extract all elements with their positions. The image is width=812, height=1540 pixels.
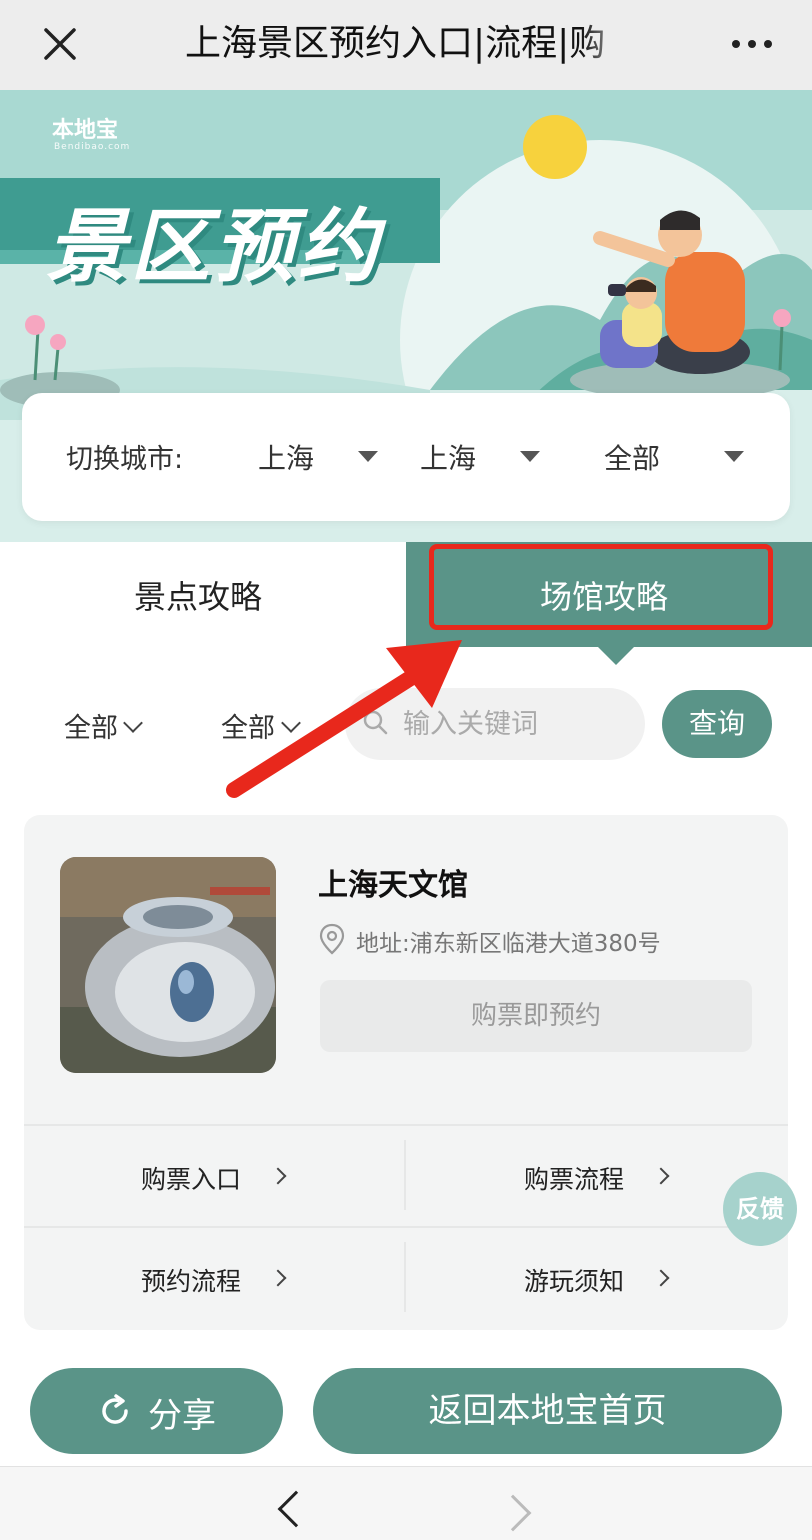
tab-scenic-guide[interactable]: 景点攻略 bbox=[0, 542, 406, 647]
link-visitor-notice[interactable]: 游玩须知 bbox=[524, 1262, 624, 1298]
share-icon bbox=[102, 1394, 128, 1424]
divider bbox=[404, 1242, 406, 1312]
highlight-box bbox=[429, 544, 773, 630]
search-box[interactable] bbox=[345, 688, 645, 760]
back-to-home-button[interactable]: 返回本地宝首页 bbox=[313, 1368, 782, 1454]
link-ticket-entry[interactable]: 购票入口 bbox=[141, 1160, 241, 1196]
browser-nav-bar bbox=[0, 1466, 812, 1540]
feedback-button[interactable]: 反馈 bbox=[723, 1172, 797, 1246]
city-selector-label: 切换城市: bbox=[66, 444, 184, 475]
location-pin-icon bbox=[319, 923, 345, 955]
bendibao-logo-domain: Bendibao.com bbox=[54, 142, 131, 152]
tab-label: 景点攻略 bbox=[134, 578, 263, 616]
city-select[interactable]: 上海 bbox=[420, 437, 476, 477]
caret-down-icon[interactable] bbox=[520, 451, 540, 462]
query-button[interactable]: 查询 bbox=[662, 690, 772, 758]
chevron-down-icon[interactable] bbox=[123, 713, 143, 733]
link-reservation-process[interactable]: 预约流程 bbox=[141, 1262, 241, 1298]
city-selector-card: 切换城市: 上海 上海 全部 bbox=[22, 393, 790, 521]
top-bar: 上海景区预约入口|流程|购 bbox=[0, 0, 812, 90]
filter-dropdown-1[interactable]: 全部 bbox=[64, 706, 118, 745]
divider bbox=[24, 1124, 788, 1126]
more-options-icon[interactable] bbox=[724, 22, 780, 66]
caret-down-icon[interactable] bbox=[724, 451, 744, 462]
buy-ticket-button[interactable]: 购票即预约 bbox=[320, 980, 752, 1052]
caret-down-icon[interactable] bbox=[358, 451, 378, 462]
province-select[interactable]: 上海 bbox=[258, 437, 314, 477]
bendibao-logo: 本地宝 bbox=[52, 118, 119, 143]
close-icon[interactable] bbox=[38, 22, 82, 66]
venue-address: 地址:浦东新区临港大道380号 bbox=[356, 931, 661, 957]
divider bbox=[404, 1140, 406, 1210]
search-icon bbox=[363, 710, 388, 735]
divider bbox=[24, 1226, 788, 1228]
search-input[interactable] bbox=[403, 702, 633, 746]
share-label: 分享 bbox=[148, 1396, 216, 1436]
active-tab-notch bbox=[598, 647, 634, 665]
page-title: 上海景区预约入口|流程|购 bbox=[185, 23, 606, 64]
chevron-down-icon[interactable] bbox=[281, 713, 301, 733]
venue-name[interactable]: 上海天文馆 bbox=[318, 860, 468, 904]
banner-title: 景区预约 bbox=[46, 200, 382, 293]
filter-dropdown-2[interactable]: 全部 bbox=[221, 706, 275, 745]
share-button[interactable]: 分享 bbox=[30, 1368, 283, 1454]
link-ticket-process[interactable]: 购票流程 bbox=[524, 1160, 624, 1196]
district-select[interactable]: 全部 bbox=[604, 437, 660, 477]
venue-thumbnail[interactable] bbox=[60, 857, 276, 1073]
